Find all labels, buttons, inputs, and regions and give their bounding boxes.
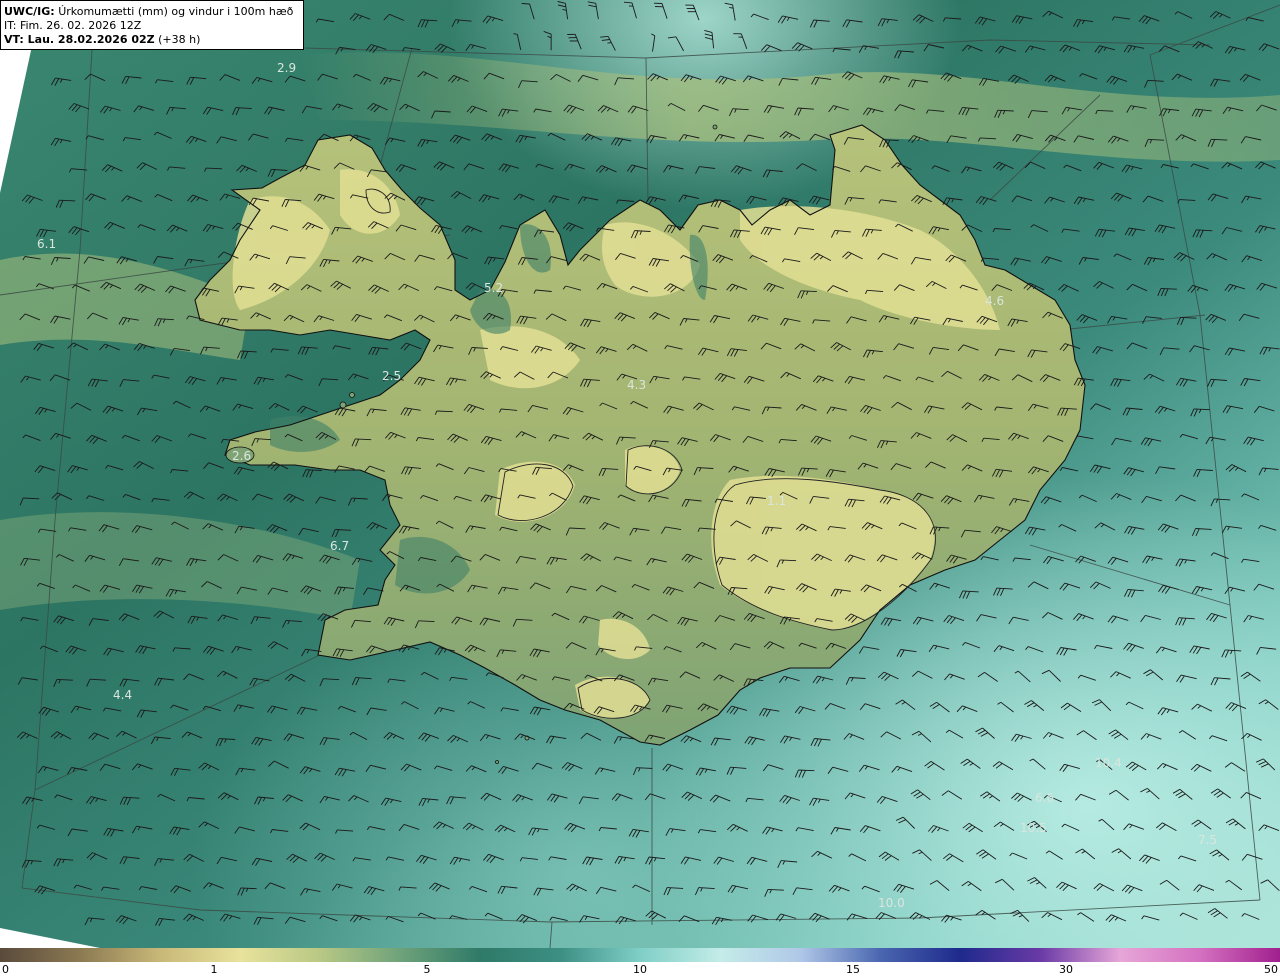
map-label: 2.9 [277,61,296,75]
map-label: 4.6 [985,294,1004,308]
colorbar [0,948,1280,962]
colorbar-tick: 5 [423,963,431,976]
map-label: 5.2 [484,281,503,295]
map-label: 4.4 [113,688,132,702]
map-label: 10.4 [1095,756,1122,770]
title-line: UWC/IG: Úrkomumætti (mm) og vindur i 100… [4,5,303,19]
product-description: Úrkomumætti (mm) og vindur i 100m hæð [58,5,294,18]
forecast-hour: (+38 h) [158,33,201,46]
map-label: 7.5 [1198,833,1217,847]
map-label: 2.6 [232,449,251,463]
colorbar-fill [0,948,1280,962]
colorbar-tick: 10 [633,963,647,976]
map-label: 10.0 [878,896,905,910]
colorbar-tick: 50 [1264,963,1278,976]
map-label: 6.7 [330,539,349,553]
map-label: 1.1 [767,494,786,508]
colorbar-tick: 30 [1059,963,1073,976]
weather-map: 2.9 6.1 5.2 2.6 2.5 4.3 6.7 4.4 1.1 6.6 … [0,0,1280,948]
map-label: 6.6 [1035,791,1054,805]
colorbar-ticks: 0 1 5 10 15 30 50 [0,962,1280,978]
colorbar-tick: 15 [846,963,860,976]
valid-time: VT: Lau. 28.02.2026 02Z [4,33,155,46]
product-code: UWC/IG: [4,5,55,18]
colorbar-tick: 1 [210,963,218,976]
valid-time-line: VT: Lau. 28.02.2026 02Z (+38 h) [4,33,303,47]
map-label: 6.1 [37,237,56,251]
map-label: 4.3 [627,378,646,392]
map-info-box: UWC/IG: Úrkomumætti (mm) og vindur i 100… [0,0,304,50]
map-label: 10.5 [1020,821,1047,835]
colorbar-tick: 0 [2,963,9,976]
init-time: IT: Fim. 26. 02. 2026 12Z [4,19,142,32]
map-label: 2.5 [382,369,401,383]
